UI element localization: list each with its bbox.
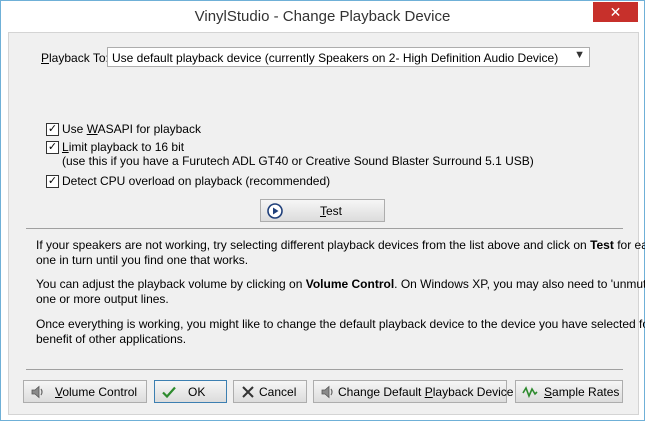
info-p2-line2: one or more output lines.	[36, 292, 169, 306]
limit-16bit-label-post: imit playback to 16 bit	[68, 140, 185, 154]
window-title: VinylStudio - Change Playback Device	[194, 8, 451, 25]
cancel-label: Cancel	[259, 385, 297, 399]
ok-button[interactable]: OK	[154, 380, 227, 403]
wasapi-mnemonic: W	[86, 122, 98, 136]
change-default-device-button[interactable]: Change Default Playback Device	[313, 380, 513, 403]
info-p2-pre: You can adjust the playback volume by cl…	[36, 277, 306, 291]
change-default-mnemonic: P	[424, 385, 433, 399]
info-paragraph-1: If your speakers are not working, try se…	[36, 238, 645, 268]
test-label-post: est	[326, 204, 343, 218]
wasapi-checkbox[interactable]: ✓	[46, 123, 59, 136]
wave-icon	[522, 386, 538, 399]
playback-to-label-text: layback To:	[49, 51, 109, 65]
change-default-label: Change Default Playback Device	[338, 385, 513, 399]
dialog-body: Playback To: Use default playback device…	[8, 32, 645, 415]
close-button[interactable]: ✕	[593, 2, 638, 22]
info-p1-pre: If your speakers are not working, try se…	[36, 238, 591, 252]
cpu-overload-label[interactable]: Detect CPU overload on playback (recomme…	[62, 174, 330, 188]
info-paragraph-3: Once everything is working, you might li…	[36, 317, 645, 347]
chevron-down-icon: ▼	[574, 49, 585, 61]
volume-control-label: Volume Control	[55, 385, 137, 399]
volume-control-button[interactable]: Volume Control	[23, 380, 147, 403]
info-paragraph-2: You can adjust the playback volume by cl…	[36, 277, 645, 307]
dialog-window: VinylStudio - Change Playback Device ✕ P…	[0, 0, 645, 421]
divider-top	[26, 228, 623, 229]
info-p2-bold: Volume Control	[305, 277, 395, 291]
speaker-icon	[31, 385, 43, 399]
playback-device-value: Use default playback device (currently S…	[112, 51, 559, 65]
playback-to-label: Playback To:	[41, 51, 109, 65]
playback-device-select[interactable]: Use default playback device (currently S…	[107, 47, 590, 67]
limit-16bit-label[interactable]: Limit playback to 16 bit	[62, 140, 184, 154]
sample-rates-mnemonic: S	[544, 385, 553, 399]
sample-rates-post: ample Rates	[552, 385, 620, 399]
cpu-overload-checkbox[interactable]: ✓	[46, 175, 59, 188]
change-default-post: layback Device	[432, 385, 514, 399]
info-p3-line2: benefit of other applications.	[36, 332, 187, 346]
speaker-icon	[321, 385, 333, 399]
info-p1-line1: If your speakers are not working, try se…	[36, 238, 645, 253]
info-p3-line1: Once everything is working, you might li…	[36, 317, 645, 331]
test-button[interactable]: Test	[260, 199, 385, 222]
sample-rates-button[interactable]: Sample Rates	[515, 380, 623, 403]
info-p2-post: . On Windows XP, you may also need to 'u…	[394, 277, 645, 291]
sample-rates-label: Sample Rates	[544, 385, 619, 399]
checkmark-icon	[162, 386, 176, 399]
wasapi-label-post: ASAPI for playback	[97, 122, 201, 136]
title-bar[interactable]: VinylStudio - Change Playback Device ✕	[1, 1, 644, 32]
cross-icon	[242, 386, 254, 398]
cancel-button[interactable]: Cancel	[233, 380, 307, 403]
test-button-label: Test	[320, 204, 342, 218]
playback-to-mnemonic: P	[41, 51, 50, 65]
info-p1-line2: one in turn until you find one that work…	[36, 253, 249, 267]
wasapi-label[interactable]: Use WASAPI for playback	[62, 122, 201, 136]
limit-16bit-mnemonic: L	[62, 140, 69, 154]
close-icon: ✕	[609, 4, 622, 20]
divider-bottom	[26, 369, 623, 370]
info-p1-bold: Test	[590, 238, 614, 252]
info-p1-post: for each	[617, 238, 645, 252]
play-icon	[267, 203, 283, 219]
info-p2-line1: You can adjust the playback volume by cl…	[36, 277, 645, 292]
wasapi-label-pre: Use	[62, 122, 87, 136]
limit-16bit-note: (use this if you have a Furutech ADL GT4…	[62, 154, 534, 168]
volume-label-post: olume Control	[62, 385, 138, 399]
ok-label: OK	[188, 385, 206, 399]
limit-16bit-checkbox[interactable]: ✓	[46, 141, 59, 154]
change-default-pre: Change Default	[338, 385, 425, 399]
